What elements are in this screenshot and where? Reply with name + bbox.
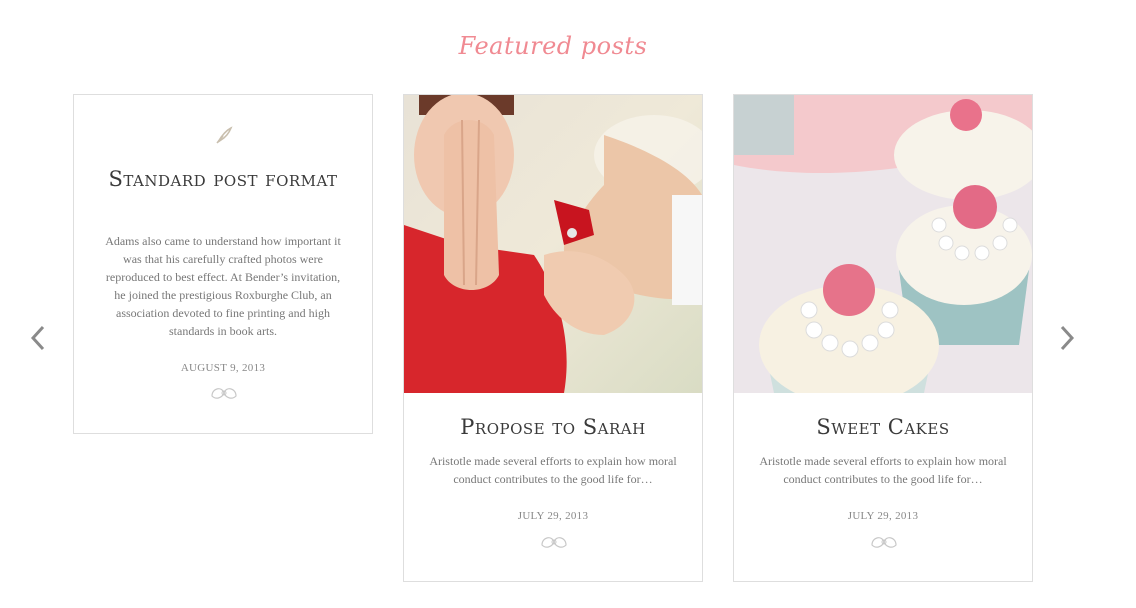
post-title[interactable]: Sweet Cakes	[754, 413, 1012, 441]
ornament-icon	[871, 537, 897, 548]
cupcakes-photo[interactable]	[734, 95, 1032, 393]
post-date[interactable]: AUGUST 9, 2013	[74, 362, 372, 374]
post-date[interactable]: JULY 29, 2013	[404, 510, 702, 522]
carousel-prev-button[interactable]	[26, 320, 50, 356]
ornament-icon	[211, 388, 237, 399]
post-excerpt: Aristotle made several efforts to explai…	[429, 454, 677, 486]
post-card[interactable]: Propose to Sarah Aristotle made several …	[403, 94, 703, 582]
post-date[interactable]: JULY 29, 2013	[734, 510, 1032, 522]
ornament-icon	[541, 537, 567, 548]
quill-icon	[216, 126, 233, 144]
section-title: Featured posts	[458, 32, 648, 60]
post-title[interactable]: Propose to Sarah	[424, 413, 682, 441]
post-card[interactable]: Standard post format Adams also came to …	[73, 94, 373, 434]
post-title[interactable]: Standard post format	[94, 165, 352, 193]
post-excerpt: Aristotle made several efforts to explai…	[759, 454, 1007, 486]
carousel-next-button[interactable]	[1055, 320, 1079, 356]
chevron-right-icon	[1060, 325, 1075, 351]
chevron-left-icon	[30, 325, 45, 351]
proposal-ring-photo[interactable]	[404, 95, 702, 393]
post-excerpt: Adams also came to understand how import…	[105, 234, 341, 338]
post-card[interactable]: Sweet Cakes Aristotle made several effor…	[733, 94, 1033, 582]
